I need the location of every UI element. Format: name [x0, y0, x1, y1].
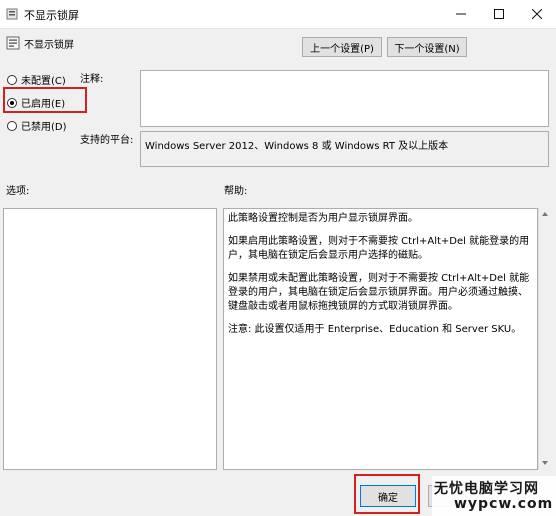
help-text: 此策略设置控制是否为用户显示锁屏界面。 如果启用此策略设置，则对于不需要按 Ct… — [228, 212, 530, 346]
maximize-icon — [494, 9, 504, 19]
comment-label: 注释: — [80, 74, 104, 85]
help-paragraph: 此策略设置控制是否为用户显示锁屏界面。 — [228, 213, 418, 224]
radio-label: 已启用(E) — [21, 99, 66, 110]
help-label: 帮助: — [224, 186, 248, 197]
radio-label: 未配置(C) — [21, 76, 66, 87]
comment-field[interactable] — [140, 70, 549, 127]
help-paragraph: 如果启用此策略设置，则对于不需要按 Ctrl+Alt+Del 就能登录的用户，其… — [228, 236, 530, 261]
scroll-up-icon[interactable] — [541, 211, 549, 217]
supported-platform-field: Windows Server 2012、Windows 8 或 Windows … — [140, 131, 549, 167]
watermark-line2: wypcw.com — [454, 496, 554, 512]
window-title: 不显示锁屏 — [24, 9, 79, 22]
help-pane[interactable]: 此策略设置控制是否为用户显示锁屏界面。 如果启用此策略设置，则对于不需要按 Ct… — [223, 208, 538, 470]
radio-indicator — [7, 97, 17, 108]
scroll-down-icon[interactable] — [541, 460, 549, 466]
title-bar: 不显示锁屏 — [0, 0, 556, 29]
options-label: 选项: — [6, 186, 30, 197]
ok-button[interactable]: 确定 — [360, 485, 416, 507]
radio-not-configured[interactable]: 未配置(C) — [7, 72, 66, 87]
policy-name: 不显示锁屏 — [24, 40, 74, 51]
radio-indicator — [7, 74, 17, 85]
supported-platform-value: Windows Server 2012、Windows 8 或 Windows … — [145, 141, 449, 152]
watermark-line1: 无忧电脑学习网 — [434, 481, 539, 497]
close-button[interactable] — [518, 0, 556, 28]
help-paragraph: 如果禁用或未配置此策略设置，则对于不需要按 Ctrl+Alt+Del 就能登录的… — [228, 273, 530, 312]
maximize-button[interactable] — [480, 0, 518, 28]
options-pane[interactable] — [3, 208, 217, 470]
help-paragraph: 注意: 此设置仅适用于 Enterprise、Education 和 Serve… — [228, 324, 522, 335]
watermark: 无忧电脑学习网 wypcw.com — [432, 476, 556, 516]
policy-setting-icon — [6, 36, 20, 50]
next-setting-button[interactable]: 下一个设置(N) — [387, 37, 467, 57]
policy-app-icon — [6, 8, 18, 20]
radio-label: 已禁用(D) — [21, 122, 67, 133]
minimize-button[interactable] — [442, 0, 480, 28]
radio-enabled[interactable]: 已启用(E) — [7, 95, 65, 110]
previous-setting-button[interactable]: 上一个设置(P) — [302, 37, 382, 57]
supported-platform-label: 支持的平台: — [80, 135, 134, 146]
help-scrollbar[interactable] — [538, 208, 550, 470]
close-icon — [532, 9, 542, 19]
radio-indicator — [7, 120, 17, 131]
minimize-icon — [456, 13, 466, 15]
radio-disabled[interactable]: 已禁用(D) — [7, 118, 67, 133]
